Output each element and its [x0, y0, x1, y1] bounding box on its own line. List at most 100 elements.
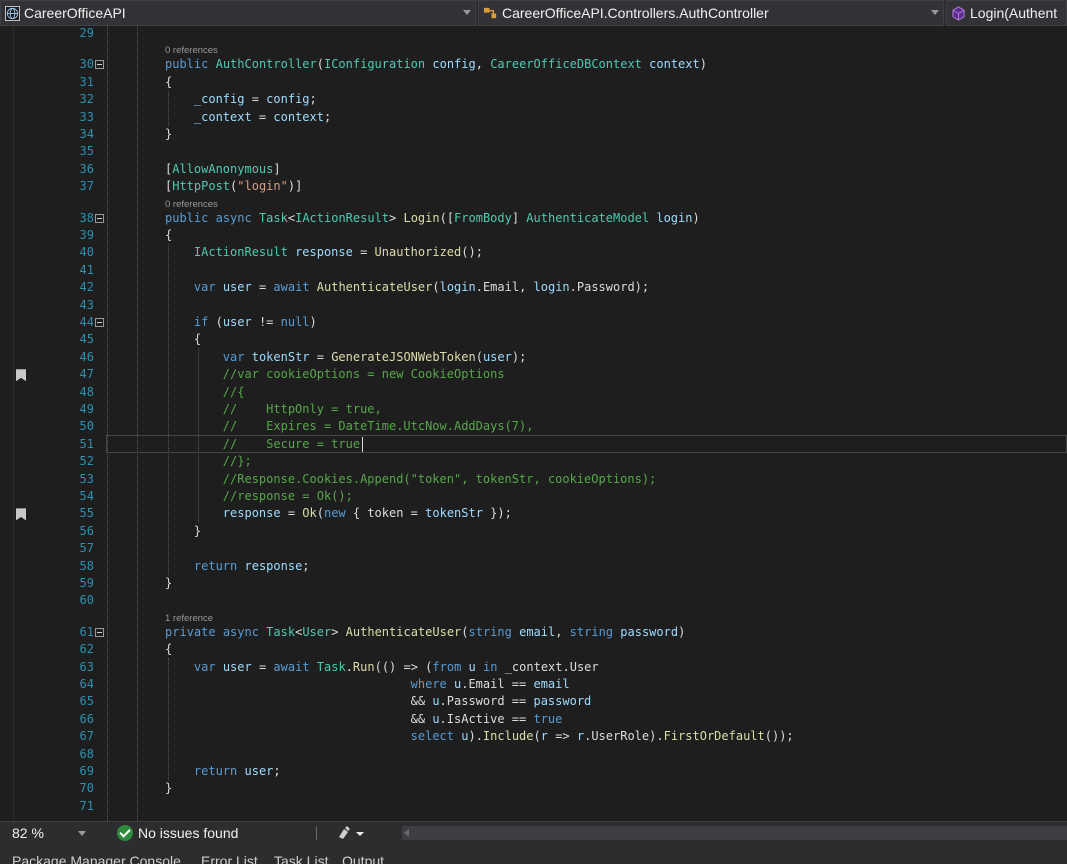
code-token: var [222, 349, 245, 364]
code-line[interactable]: return response; [165, 558, 310, 575]
code-line[interactable]: //response = Ok(); [165, 488, 353, 505]
code-token: config [432, 57, 476, 72]
code-line[interactable]: response = Ok(new { token = tokenStr }); [165, 505, 512, 522]
code-line[interactable]: public AuthController(IConfiguration con… [165, 56, 707, 73]
tab-task-list[interactable]: Task List [274, 853, 328, 864]
code-line[interactable]: var user = await Task.Run(() => (from u … [165, 659, 599, 676]
line-number: 58 [79, 558, 94, 573]
code-token: { [165, 332, 202, 347]
class-dropdown[interactable]: CareerOfficeAPI.Controllers.AuthControll… [478, 0, 944, 26]
code-token: true [533, 711, 563, 726]
code-token: //{ [222, 384, 245, 399]
code-line[interactable]: //var cookieOptions = new CookieOptions [165, 366, 505, 383]
code-token: < [287, 210, 296, 225]
collapse-icon[interactable] [95, 318, 104, 327]
code-line[interactable]: [AllowAnonymous] [165, 161, 281, 178]
scroll-left-arrow-icon[interactable] [404, 829, 409, 837]
code-line[interactable]: _config = config; [165, 91, 317, 108]
code-line[interactable]: && u.IsActive == true [165, 711, 563, 728]
code-token: User [302, 624, 332, 639]
code-token: = [309, 349, 332, 364]
tab-package-manager-console[interactable]: Package Manager Console [12, 853, 181, 864]
code-token: var [193, 659, 216, 674]
code-line[interactable]: { [165, 74, 172, 91]
code-line[interactable]: //{ [165, 384, 245, 401]
bookmark-icon[interactable] [16, 508, 26, 521]
collapse-icon[interactable] [95, 60, 104, 70]
code-editor[interactable]: 29 0 references 30 public AuthController(IC… [0, 26, 1067, 821]
line-number: 66 [79, 711, 94, 726]
code-token: = [251, 659, 274, 674]
indent-guide [168, 658, 169, 781]
line-number: 50 [79, 419, 94, 434]
code-line[interactable]: return user; [165, 763, 281, 780]
indent-guide [137, 26, 138, 821]
code-token: ) [678, 624, 686, 639]
code-token: //var cookieOptions = new CookieOptions [222, 367, 505, 382]
line-number: 38 [79, 210, 94, 225]
line-number: 48 [79, 384, 94, 399]
class-dropdown-label: CareerOfficeAPI.Controllers.AuthControll… [502, 5, 769, 21]
code-line[interactable]: // Secure = true [165, 436, 360, 453]
code-token: Ok [302, 506, 317, 521]
code-line[interactable]: // Expires = DateTime.UtcNow.AddDays(7), [165, 418, 534, 435]
code-line[interactable]: } [165, 126, 172, 143]
project-dropdown[interactable]: CareerOfficeAPI [0, 0, 476, 26]
code-line[interactable]: _context = context; [165, 109, 331, 126]
tab-output[interactable]: Output [342, 853, 384, 864]
code-line[interactable]: IActionResult response = Unauthorized(); [165, 244, 483, 261]
code-line[interactable]: if (user != null) [165, 314, 317, 331]
code-line[interactable]: { [165, 227, 172, 244]
issues-indicator[interactable]: No issues found [117, 824, 238, 842]
code-token: _context.User [497, 659, 599, 674]
zoom-dropdown[interactable]: 82 % [12, 824, 88, 842]
code-cleanup-icon[interactable] [336, 825, 368, 841]
line-number: 54 [79, 489, 94, 503]
code-line[interactable]: [HttpPost("login")] [165, 178, 302, 195]
code-token: private [165, 624, 216, 639]
code-token: IActionResult [295, 210, 390, 225]
code-line[interactable]: var user = await AuthenticateUser(login.… [165, 279, 649, 296]
bookmark-icon[interactable] [16, 369, 26, 382]
code-line[interactable]: //}; [165, 453, 252, 470]
code-token: response [244, 558, 303, 573]
code-line[interactable]: public async Task<IActionResult> Login([… [165, 210, 700, 227]
tab-error-list[interactable]: Error List [201, 853, 258, 864]
code-line[interactable]: } [165, 575, 172, 592]
navigation-bar: CareerOfficeAPI CareerOfficeAPI.Controll… [0, 0, 1067, 26]
code-token: public [165, 210, 209, 225]
code-token: (() => ( [374, 659, 433, 674]
code-line[interactable]: { [165, 331, 201, 348]
collapse-icon[interactable] [95, 213, 104, 223]
indent-guide [107, 26, 108, 821]
code-line[interactable]: //Response.Cookies.Append("token", token… [165, 471, 656, 488]
horizontal-scrollbar[interactable] [402, 826, 1067, 840]
code-line[interactable]: private async Task<User> AuthenticateUse… [165, 624, 685, 641]
member-dropdown[interactable]: Login(Authent [946, 0, 1067, 26]
code-line[interactable]: } [165, 523, 201, 540]
code-line[interactable]: select u).Include(r => r.UserRole).First… [165, 728, 794, 745]
code-line[interactable]: var tokenStr = GenerateJSONWebToken(user… [165, 349, 527, 366]
editor-status-bar: 82 % No issues found [0, 821, 1067, 843]
status-divider [316, 826, 317, 840]
line-number: 56 [79, 523, 94, 538]
code-line[interactable]: { [165, 641, 172, 658]
code-line[interactable]: where u.Email == email [165, 676, 570, 693]
code-token: string [468, 624, 512, 639]
code-token: if [193, 315, 209, 329]
code-line[interactable]: && u.Password == password [165, 693, 592, 710]
code-token: "login" [237, 179, 288, 194]
indicator-margin [0, 26, 14, 821]
code-token: // HttpOnly = true, [222, 402, 382, 416]
line-number: 53 [79, 471, 94, 486]
code-line[interactable]: } [165, 780, 172, 797]
line-number: 36 [79, 161, 94, 176]
collapse-icon[interactable] [95, 627, 104, 637]
code-token: != [251, 315, 281, 329]
